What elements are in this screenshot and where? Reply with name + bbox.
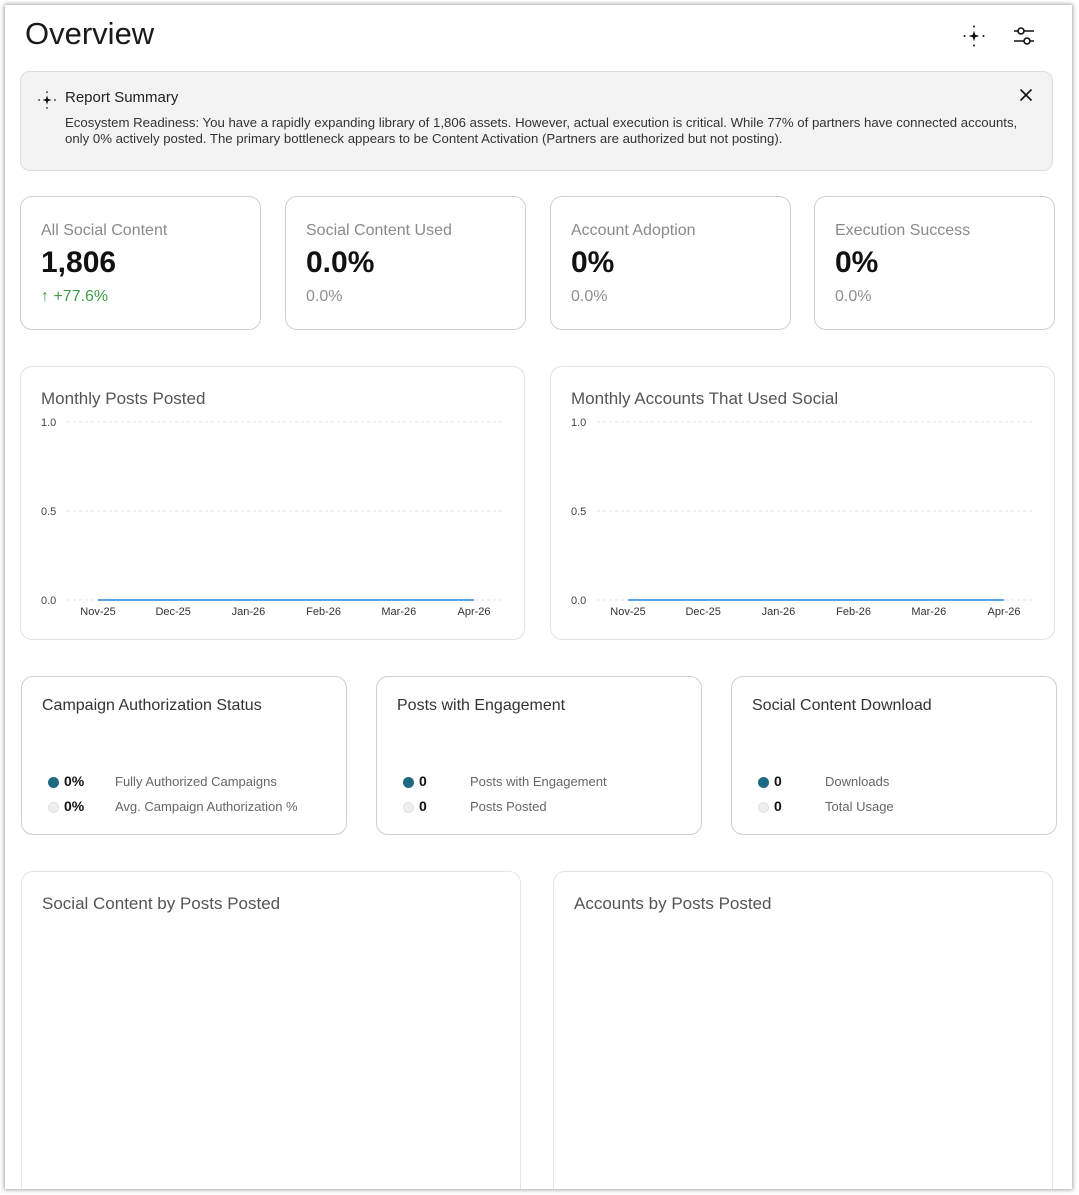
summary-text: Ecosystem Readiness: You have a rapidly … [65,115,1018,146]
close-summary-button[interactable] [1015,84,1037,106]
x-tick-label: Feb-26 [306,606,341,618]
close-icon [1019,88,1033,102]
legend-label: Total Usage [825,799,894,814]
x-tick-label: Mar-26 [911,606,946,618]
y-tick-label: 1.0 [571,417,586,429]
legend-row: 0 Posts with Engagement [403,773,607,791]
x-tick-label: Apr-26 [457,606,490,618]
y-tick-label: 0.5 [571,506,586,518]
chart-card-monthly-accounts: Monthly Accounts That Used Social 1.0 0.5… [550,366,1055,640]
monthly-posts-chart: 1.0 0.5 0.0 Nov-25 Dec-25 Jan-26 Feb-26 Mar-26 A… [41,417,505,618]
legend-dot [403,776,414,788]
legend-dot [758,776,769,788]
legend-row: 0 Posts Posted [403,798,547,816]
legend-row: 0 Total Usage [758,798,894,816]
x-tick-label: Mar-26 [381,606,416,618]
card-title: Campaign Authorization Status [42,697,262,714]
legend-dot [758,801,769,813]
kpi-label: Execution Success [835,222,971,239]
chart-card-monthly-posts: Monthly Posts Posted 1.0 0.5 0.0 Nov-25 Dec-… [20,366,525,640]
x-tick-label: Dec-25 [155,606,190,618]
report-summary-panel: Report Summary Ecosystem Readiness: You … [20,71,1053,171]
x-tick-label: Feb-26 [836,606,871,618]
card-title: Posts with Engagement [397,697,566,714]
kpi-label: Account Adoption [571,222,696,239]
legend-label: Posts with Engagement [470,774,607,789]
filters-button[interactable] [1011,23,1037,49]
sliders-icon [1014,27,1034,45]
insights-button[interactable] [961,23,987,49]
kpi-card-social-content-used[interactable]: Social Content Used 0.0% 0.0% [285,196,526,330]
content-by-posts-card: Social Content by Posts Posted [21,871,521,1189]
kpi-trend: ↑ +77.6% [41,288,109,305]
page-title: Overview [25,16,155,51]
kpi-card-execution-success[interactable]: Execution Success 0% 0.0% [814,196,1055,330]
legend-row: 0 Downloads [758,773,889,791]
x-tick-label: Jan-26 [232,606,266,618]
sparkle-icon [963,25,985,47]
kpi-label: Social Content Used [306,222,452,239]
legend-dot [48,776,59,788]
legend-label: Avg. Campaign Authorization % [115,799,298,814]
summary-title: Report Summary [65,89,179,106]
card-title: Accounts by Posts Posted [574,894,772,913]
x-tick-label: Nov-25 [80,606,115,618]
y-tick-label: 0.5 [41,506,56,518]
y-tick-label: 1.0 [41,417,56,429]
legend-label: Posts Posted [470,799,547,814]
kpi-trend: 0.0% [835,288,872,305]
card-title: Social Content Download [752,697,932,714]
legend-label: Downloads [825,774,890,789]
kpi-value: 1,806 [41,246,117,279]
kpi-value: 0% [835,246,879,279]
legend-value: 0% [64,798,85,814]
legend-value: 0 [419,773,427,789]
y-tick-label: 0.0 [571,595,586,607]
y-tick-label: 0.0 [41,595,56,607]
legend-dot [403,801,414,813]
posts-engagement-card: Posts with Engagement 0 Posts with Engag… [376,676,702,835]
kpi-value: 0% [571,246,615,279]
x-tick-label: Apr-26 [987,606,1020,618]
legend-label: Fully Authorized Campaigns [115,774,277,789]
content-download-card: Social Content Download 0 Downloads 0 To… [731,676,1057,835]
accounts-by-posts-card: Accounts by Posts Posted [553,871,1053,1189]
legend-row: 0% Fully Authorized Campaigns [48,773,277,791]
kpi-label: All Social Content [41,222,168,239]
legend-value: 0 [419,798,427,814]
legend-dot [48,801,59,813]
kpi-card-account-adoption[interactable]: Account Adoption 0% 0.0% [550,196,791,330]
kpi-trend: 0.0% [571,288,608,305]
legend-value: 0 [774,798,782,814]
legend-value: 0 [774,773,782,789]
x-tick-label: Nov-25 [610,606,645,618]
campaign-authorization-card: Campaign Authorization Status 0% Fully A… [21,676,347,835]
sparkle-icon [38,91,56,109]
kpi-card-all-social-content[interactable]: All Social Content 1,806 ↑ +77.6% [20,196,261,330]
legend-value: 0% [64,773,85,789]
legend-row: 0% Avg. Campaign Authorization % [48,798,298,816]
monthly-accounts-chart: 1.0 0.5 0.0 Nov-25 Dec-25 Jan-26 Feb-26 Mar-26 A… [571,417,1035,618]
dashboard-frame: Overview Report Summary Ecosystem Readin… [5,5,1072,1189]
x-tick-label: Jan-26 [762,606,796,618]
kpi-trend: 0.0% [306,288,343,305]
card-title: Social Content by Posts Posted [42,894,281,913]
kpi-value: 0.0% [306,246,375,279]
x-tick-label: Dec-25 [685,606,720,618]
